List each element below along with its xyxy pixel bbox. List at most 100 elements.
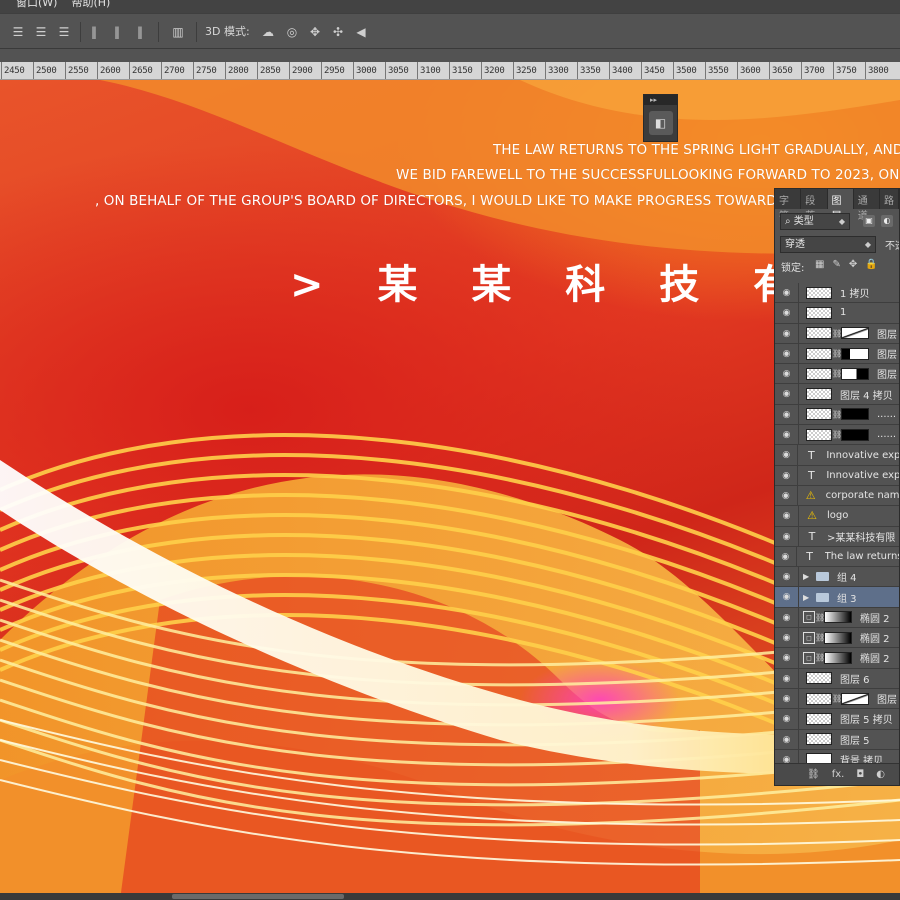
layer-row[interactable]: ◉ 图层 4 拷贝 — [775, 384, 899, 405]
visibility-eye-icon[interactable]: ◉ — [775, 425, 799, 445]
properties-icon[interactable]: ◧ — [648, 111, 673, 135]
3d-pan-icon[interactable]: ✥ — [307, 24, 323, 40]
layer-row[interactable]: ◉ 图层 6 — [775, 668, 899, 689]
panel-tab[interactable]: 路 — [880, 189, 899, 209]
blend-mode-select[interactable]: 穿透 ◆ — [780, 236, 876, 253]
ruler-tick: 3450 — [640, 62, 665, 79]
layer-row[interactable]: ◉ T Innovative expl — [775, 445, 899, 466]
fx-icon[interactable]: fx. — [832, 769, 845, 780]
expand-arrow-icon: ▶ — [803, 592, 810, 602]
visibility-eye-icon[interactable]: ◉ — [775, 485, 798, 506]
layer-row[interactable]: ◉ ▶ 组 4 — [775, 567, 899, 588]
link-icon: ⛓ — [832, 349, 843, 359]
layer-row[interactable]: ◉ ⛓...... — [775, 425, 899, 446]
collapsed-panel[interactable]: ▸▸ ◧ — [643, 94, 678, 142]
visibility-eye-icon[interactable]: ◉ — [775, 283, 799, 303]
visibility-eye-icon[interactable]: ◉ — [775, 364, 799, 384]
visibility-eye-icon[interactable]: ◉ — [775, 668, 799, 688]
visibility-eye-icon[interactable]: ◉ — [775, 384, 799, 404]
adjustment-icon[interactable]: ◐ — [876, 769, 885, 780]
distribute-icon[interactable]: ▥ — [170, 24, 186, 40]
visibility-eye-icon[interactable]: ◉ — [775, 709, 799, 729]
layer-name: corporate name — [825, 490, 900, 502]
filter-kind-select[interactable]: ⌕ 类型 ◆ — [780, 213, 850, 230]
layer-row[interactable]: ◉ ⛓...... — [775, 404, 899, 426]
menu-bar: 窗口(W) 帮助(H) — [0, 0, 900, 13]
layer-row[interactable]: ◉ ◻ ⛓ 椭圆 2 — [775, 607, 899, 629]
divider — [196, 22, 197, 42]
lock-paint-icon[interactable]: ✎ — [832, 259, 840, 270]
link-icon: ⛓ — [832, 328, 843, 338]
panel-tab[interactable]: 段落 — [801, 189, 828, 222]
horizontal-ruler[interactable]: 2450 2500 2550 2600 2650 2700 2750 2800 2850 2900… — [0, 62, 900, 80]
layer-row[interactable]: ◉ ⛓ 图层 — [775, 364, 899, 385]
layer-thumbnail — [806, 672, 832, 685]
visibility-eye-icon[interactable]: ◉ — [775, 567, 799, 587]
visibility-eye-icon[interactable]: ◉ — [775, 404, 799, 425]
menu-window[interactable]: 窗口(W) — [16, 0, 57, 13]
horizontal-scrollbar[interactable] — [0, 893, 900, 900]
align-hcenter-icon[interactable]: ‖ — [109, 24, 125, 40]
layer-row[interactable]: ◉ T >某某科技有限 — [775, 526, 899, 547]
align-right-icon[interactable]: ‖ — [132, 24, 148, 40]
panel-tab[interactable]: 通道 — [854, 189, 880, 222]
visibility-eye-icon[interactable]: ◉ — [775, 323, 799, 343]
lock-all-icon[interactable]: 🔒 — [865, 259, 877, 270]
panel-tab[interactable]: 图层 — [827, 189, 854, 222]
3d-slide-icon[interactable]: ✣ — [330, 24, 346, 40]
layer-row[interactable]: ◉ 图层 5 — [775, 729, 899, 750]
menu-help[interactable]: 帮助(H) — [71, 0, 110, 13]
visibility-eye-icon[interactable]: ◉ — [775, 303, 799, 323]
folder-icon — [816, 592, 829, 602]
visibility-eye-icon[interactable]: ◉ — [775, 465, 799, 485]
document-canvas[interactable]: THE LAW RETURNS TO THE SPRING LIGHT GRAD… — [0, 80, 900, 900]
visibility-eye-icon[interactable]: ◉ — [775, 506, 799, 526]
align-top-icon[interactable]: ☰ — [10, 24, 26, 40]
3d-roll-icon[interactable]: ◎ — [284, 24, 300, 40]
filter-label: 类型 — [793, 216, 814, 227]
layer-row[interactable]: ◉ 1 — [775, 303, 899, 324]
layer-row[interactable]: ◉ ⚠ corporate name — [775, 485, 900, 507]
visibility-eye-icon[interactable]: ◉ — [775, 607, 799, 628]
panel-tab[interactable]: 字符 — [775, 189, 802, 222]
visibility-eye-icon[interactable]: ◉ — [775, 688, 799, 709]
lock-move-icon[interactable]: ✥ — [849, 259, 857, 270]
layer-row[interactable]: ◉ ▶ 组 3 — [775, 587, 899, 608]
lock-transparent-icon[interactable]: ▦ — [815, 259, 824, 270]
layer-row[interactable]: ◉ T Innovative expl — [775, 465, 899, 486]
filter-adjust-icon[interactable]: ◐ — [881, 215, 893, 227]
visibility-eye-icon[interactable]: ◉ — [775, 729, 799, 749]
filter-pixel-icon[interactable]: ▣ — [863, 215, 875, 227]
layer-row[interactable]: ◉ ⛓ 图层 — [775, 343, 899, 365]
visibility-eye-icon[interactable]: ◉ — [775, 445, 799, 465]
align-left-icon[interactable]: ‖ — [86, 24, 102, 40]
photoshop-window: 窗口(W) 帮助(H) ☰ ☰ ☰ ‖ ‖ ‖ ▥ 3D 模式: ☁ ◎ ✥ ✣… — [0, 0, 900, 900]
align-bottom-icon[interactable]: ☰ — [56, 24, 72, 40]
collapse-arrows-icon[interactable]: ▸▸ — [644, 95, 677, 105]
ruler-tick: 3150 — [448, 62, 473, 79]
scrollbar-thumb[interactable] — [172, 894, 344, 899]
visibility-eye-icon[interactable]: ◉ — [775, 648, 799, 668]
layer-name: 椭圆 2 — [860, 654, 890, 666]
layer-row[interactable]: ◉ ⛓ 图层 — [775, 688, 899, 710]
layer-row[interactable]: ◉ ◻ ⛓ 椭圆 2 — [775, 628, 899, 649]
visibility-eye-icon[interactable]: ◉ — [775, 343, 799, 364]
layer-row[interactable]: ◉ ⚠ logo — [775, 506, 899, 527]
visibility-eye-icon[interactable]: ◉ — [775, 526, 799, 546]
layer-row[interactable]: ◉ ⛓ 图层 — [775, 323, 899, 344]
3d-scale-icon[interactable]: ◀ — [353, 24, 369, 40]
align-vcenter-icon[interactable]: ☰ — [33, 24, 49, 40]
3d-rotate-icon[interactable]: ☁ — [260, 24, 276, 40]
layer-name: 1 — [840, 307, 847, 319]
layer-row[interactable]: ◉ ◻ ⛓ 椭圆 2 — [775, 648, 899, 669]
layer-row[interactable]: ◉ T The law returns t — [775, 546, 899, 568]
ruler-tick: 3350 — [576, 62, 601, 79]
add-mask-icon[interactable]: ◘ — [856, 769, 864, 780]
divider — [158, 22, 159, 42]
visibility-eye-icon[interactable]: ◉ — [775, 628, 799, 648]
visibility-eye-icon[interactable]: ◉ — [775, 587, 799, 607]
link-layers-icon[interactable]: ⛓ — [807, 769, 820, 780]
visibility-eye-icon[interactable]: ◉ — [775, 546, 797, 567]
layer-row[interactable]: ◉ 1 拷贝 — [775, 283, 899, 304]
layer-row[interactable]: ◉ 图层 5 拷贝 — [775, 709, 899, 730]
